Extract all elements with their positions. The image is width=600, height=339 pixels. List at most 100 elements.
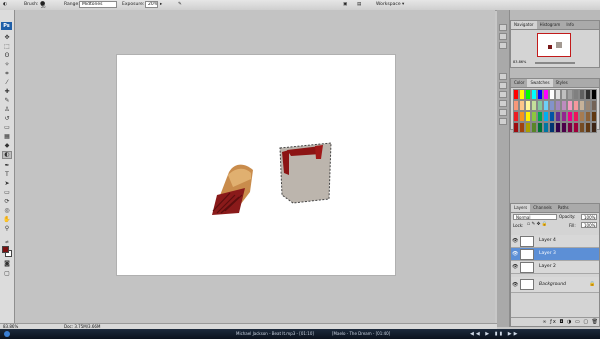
visibility-eye-icon[interactable]: 👁 [512, 282, 518, 288]
tab-channels[interactable]: Channels [530, 204, 555, 212]
fill-label: Fill: [569, 223, 576, 228]
media-controls[interactable]: ◀◀ ▶ ▮▮ ▶▶ [470, 331, 520, 337]
marquee-tool-icon[interactable]: ⬚ [2, 43, 12, 51]
eraser-tool-icon[interactable]: ▭ [2, 124, 12, 132]
link-layers-icon[interactable]: ∞ [542, 319, 547, 325]
type-tool-icon[interactable]: T [2, 171, 12, 179]
blur-tool-icon[interactable]: ◆ [2, 142, 12, 150]
paragraph-panel-icon[interactable] [499, 118, 507, 125]
brush-tool-icon[interactable]: ✎ [2, 97, 12, 105]
tab-histogram[interactable]: Histogram [537, 21, 564, 29]
swatches-panel: Color Swatches Styles [510, 78, 600, 133]
crop-tool-icon[interactable]: ⌗ [2, 70, 12, 78]
navigator-preview[interactable] [537, 33, 571, 57]
gradient-tool-icon[interactable]: ▦ [2, 133, 12, 141]
layer-name[interactable]: Layer 3 [539, 251, 556, 256]
lock-icons[interactable]: ▫ ✎ ✥ 🔒 [527, 222, 548, 227]
taskbar-item-dream[interactable]: [Maelo - The Dream - [01:40] [332, 331, 390, 336]
quick-mask-icon[interactable]: ◙ [2, 260, 12, 268]
start-button[interactable] [4, 331, 10, 337]
adjustment-layer-icon[interactable]: ◑ [567, 319, 572, 325]
range-select[interactable]: Midtones [79, 1, 117, 8]
lock-icon: 🔒 [589, 281, 596, 287]
layer-thumbnail [520, 279, 534, 290]
blend-mode-select[interactable]: Normal [513, 214, 557, 220]
3d-rotate-tool-icon[interactable]: ⟳ [2, 198, 12, 206]
lasso-tool-icon[interactable]: ʘ [2, 52, 12, 60]
layer-style-icon[interactable]: ƒx [550, 319, 557, 325]
layer-name[interactable]: Background [539, 282, 566, 287]
visibility-eye-icon[interactable]: 👁 [512, 264, 518, 270]
tab-paths[interactable]: Paths [555, 204, 572, 212]
3d-orbit-tool-icon[interactable]: ◎ [2, 207, 12, 215]
exposure-arrow-icon[interactable]: ▸ [160, 2, 162, 7]
photoshop-logo: Ps [1, 22, 12, 30]
visibility-eye-icon[interactable]: 👁 [512, 251, 518, 257]
brushes-panel-icon[interactable] [499, 91, 507, 98]
masks-panel-icon[interactable] [499, 82, 507, 89]
screen-mode-icon[interactable]: ▣ [343, 2, 347, 7]
layer-list: 👁 Layer 4 👁 Layer 3 👁 Layer 2 👁 Backgrou… [511, 231, 599, 296]
adjustments-panel-icon[interactable] [499, 73, 507, 80]
airbrush-icon[interactable]: ✎ [178, 2, 182, 7]
history-brush-tool-icon[interactable]: ↺ [2, 115, 12, 123]
magic-wand-tool-icon[interactable]: ✧ [2, 61, 12, 69]
dodge-tool-icon[interactable]: ◐ [3, 2, 7, 7]
character-panel-icon[interactable] [499, 109, 507, 116]
eyedropper-tool-icon[interactable]: ⁄ [2, 79, 12, 87]
layer-name[interactable]: Layer 4 [539, 238, 556, 243]
swatch[interactable] [591, 111, 597, 122]
tab-color[interactable]: Color [511, 79, 527, 87]
workspace-menu[interactable]: Workspace ▾ [376, 2, 404, 7]
exposure-field[interactable]: 20% [145, 1, 158, 8]
dodge-tool-icon[interactable]: ◐ [2, 151, 12, 159]
actions-panel-icon[interactable] [499, 33, 507, 40]
tab-swatches[interactable]: Swatches [527, 79, 553, 87]
swap-colors-icon[interactable]: ⇄ [2, 238, 12, 246]
swatch[interactable] [591, 122, 597, 133]
layer-row-background[interactable]: 👁 Background 🔒 [511, 277, 599, 293]
swatch[interactable] [591, 100, 597, 111]
clone-stamp-tool-icon[interactable]: ♙ [2, 106, 12, 114]
zoom-tool-icon[interactable]: ⚲ [2, 225, 12, 233]
opacity-field[interactable]: 100% [581, 214, 597, 220]
navigator-zoom-slider[interactable] [535, 62, 575, 64]
layer-row-layer-2[interactable]: 👁 Layer 2 [511, 261, 599, 274]
layers-panel: Layers Channels Paths Normal Opacity: 10… [510, 203, 600, 327]
delete-layer-icon[interactable]: 🗑 [592, 319, 599, 325]
healing-brush-tool-icon[interactable]: ✚ [2, 88, 12, 96]
document-canvas[interactable] [117, 55, 395, 275]
layer-row-layer-4[interactable]: 👁 Layer 4 [511, 235, 599, 248]
pen-tool-icon[interactable]: ✒ [2, 162, 12, 170]
history-panel-icon[interactable] [499, 24, 507, 31]
layer-name[interactable]: Layer 2 [539, 264, 556, 269]
3d-panel-icon[interactable] [499, 42, 507, 49]
hand-tool-icon[interactable]: ✋ [2, 216, 12, 224]
fill-field[interactable]: 100% [581, 222, 597, 228]
layer-thumbnail [520, 236, 534, 247]
tab-styles[interactable]: Styles [553, 79, 571, 87]
navigator-panel: Navigator Histogram Info 83.86% [510, 20, 600, 68]
tab-info[interactable]: Info [563, 21, 577, 29]
layers-tabs: Layers Channels Paths [511, 204, 599, 213]
taskbar-item-media[interactable]: Michael Jackson - Beat It.mp3 - [01:10] [236, 331, 314, 336]
brush-label: Brush: [24, 2, 39, 7]
visibility-eye-icon[interactable]: 👁 [512, 238, 518, 244]
navigator-zoom[interactable]: 83.86% [513, 60, 526, 64]
bridge-icon[interactable]: ▤ [357, 2, 361, 7]
swatch-grid[interactable] [513, 89, 597, 133]
shape-tool-icon[interactable]: ▭ [2, 189, 12, 197]
move-tool-icon[interactable]: ✥ [2, 34, 12, 42]
tab-layers[interactable]: Layers [511, 204, 531, 212]
tab-navigator[interactable]: Navigator [511, 21, 537, 29]
foreground-color-swatch[interactable] [2, 246, 9, 253]
new-layer-icon[interactable]: ▢ [583, 319, 589, 325]
toolbox: Ps ✥ ⬚ ʘ ✧ ⌗ ⁄ ✚ ✎ ♙ ↺ ▭ ▦ ◆ ◐ ✒ T ➤ ▭ ⟳… [0, 10, 15, 327]
layer-row-layer-3[interactable]: 👁 Layer 3 [511, 248, 599, 261]
clone-source-panel-icon[interactable] [499, 100, 507, 107]
screen-mode-icon[interactable]: ▢ [2, 270, 12, 278]
add-mask-icon[interactable]: ◘ [559, 319, 564, 325]
swatch[interactable] [591, 89, 597, 100]
path-selection-tool-icon[interactable]: ➤ [2, 180, 12, 188]
new-group-icon[interactable]: ▭ [575, 319, 581, 325]
